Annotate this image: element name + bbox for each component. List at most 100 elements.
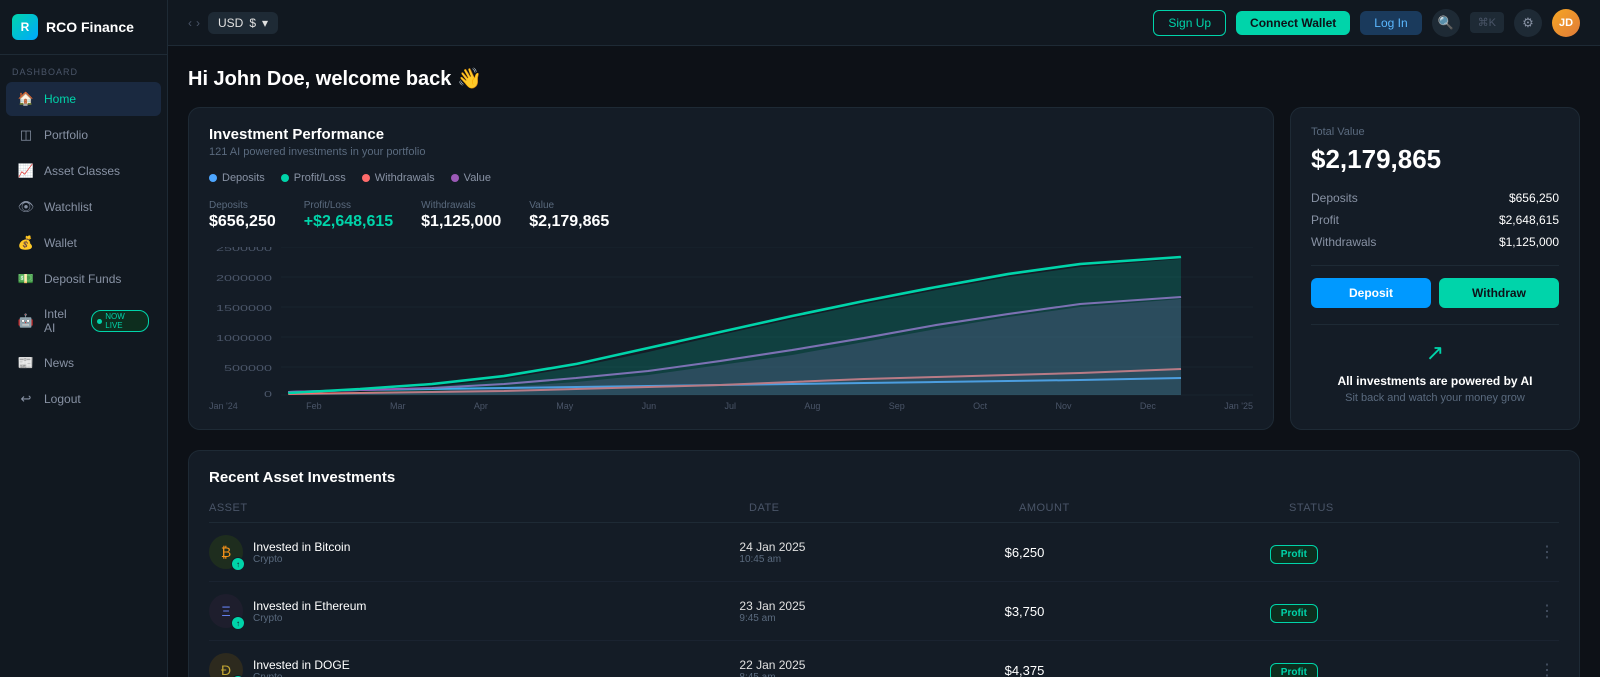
- btc-amount: $6,250: [1005, 545, 1270, 560]
- perf-legend: Deposits Profit/Loss Withdrawals Value: [209, 172, 1253, 184]
- chart-svg: 2500000 2000000 1500000 1000000 500000 0: [209, 247, 1253, 397]
- sidebar: R RCO Finance DASHBOARD 🏠 Home ◫ Portfol…: [0, 0, 168, 677]
- sidebar-item-asset-classes[interactable]: 📈 Asset Classes: [6, 154, 161, 188]
- doge-amount: $4,375: [1005, 663, 1270, 677]
- ai-trend-icon: ↗: [1426, 340, 1444, 366]
- investment-performance-card: Investment Performance 121 AI powered in…: [188, 107, 1274, 430]
- stat-withdrawals: Withdrawals $1,125,000: [421, 200, 501, 231]
- btc-icon-wrap: ₿ ↑: [209, 535, 243, 569]
- btc-date: 24 Jan 2025 10:45 am: [739, 540, 1004, 565]
- logout-icon: ↩: [18, 391, 34, 407]
- stat-deposits: Deposits $656,250: [209, 200, 276, 231]
- topbar-right: Sign Up Connect Wallet Log In 🔍 ⌘K ⚙ JD: [1153, 9, 1580, 37]
- svg-text:500000: 500000: [224, 364, 273, 373]
- value-divider: [1311, 265, 1559, 266]
- sidebar-item-label: News: [44, 356, 74, 370]
- legend-dot-profit: [281, 174, 289, 182]
- page-greeting: Hi John Doe, welcome back 👋: [188, 66, 1580, 91]
- doge-type: Crypto: [253, 672, 350, 677]
- col-asset: Asset: [209, 502, 749, 514]
- legend-withdrawals: Withdrawals: [362, 172, 435, 184]
- value-action-buttons: Deposit Withdraw: [1311, 278, 1559, 308]
- legend-profit: Profit/Loss: [281, 172, 346, 184]
- sidebar-item-label: Watchlist: [44, 200, 92, 214]
- performance-chart: 2500000 2000000 1500000 1000000 500000 0: [209, 247, 1253, 397]
- sidebar-item-home[interactable]: 🏠 Home: [6, 82, 161, 116]
- total-value-title: Total Value: [1311, 126, 1559, 138]
- eth-icon-wrap: Ξ ↑: [209, 594, 243, 628]
- eth-amount: $3,750: [1005, 604, 1270, 619]
- perf-card-subtitle: 121 AI powered investments in your portf…: [209, 146, 1253, 158]
- sidebar-item-label: Asset Classes: [44, 164, 120, 178]
- login-button[interactable]: Log In: [1360, 11, 1421, 35]
- logo-icon: R: [12, 14, 38, 40]
- topbar: ‹ › USD $ ▾ Sign Up Connect Wallet Log I…: [168, 0, 1600, 46]
- eth-type: Crypto: [253, 613, 366, 624]
- sidebar-item-label: Logout: [44, 392, 81, 406]
- stat-profit: Profit/Loss +$2,648,615: [304, 200, 393, 231]
- intel-ai-icon: 🤖: [18, 313, 34, 329]
- topbar-left: ‹ › USD $ ▾: [188, 12, 278, 34]
- btc-badge: ↑: [231, 557, 245, 571]
- svg-text:2000000: 2000000: [216, 274, 273, 283]
- sidebar-item-label: Portfolio: [44, 128, 88, 142]
- stat-value: Value $2,179,865: [529, 200, 609, 231]
- logo-text: RCO Finance: [46, 19, 134, 35]
- deposit-button[interactable]: Deposit: [1311, 278, 1431, 308]
- asset-cell-doge: Ð ↑ Invested in DOGE Crypto: [209, 653, 739, 677]
- currency-selector[interactable]: USD $ ▾: [208, 12, 278, 34]
- sidebar-item-label: Home: [44, 92, 76, 106]
- col-amount: Amount: [1019, 502, 1289, 514]
- sidebar-item-portfolio[interactable]: ◫ Portfolio: [6, 118, 161, 152]
- eth-date: 23 Jan 2025 9:45 am: [739, 599, 1004, 624]
- value-row-deposits: Deposits $656,250: [1311, 191, 1559, 205]
- content-area: Hi John Doe, welcome back 👋 Investment P…: [168, 46, 1600, 677]
- svg-text:0: 0: [264, 390, 273, 397]
- live-dot: [97, 319, 102, 324]
- asset-cell-eth: Ξ ↑ Invested in Ethereum Crypto: [209, 594, 739, 628]
- watchlist-icon: 👁: [18, 199, 34, 215]
- sidebar-item-news[interactable]: 📰 News: [6, 346, 161, 380]
- btc-row-menu[interactable]: ⋮: [1535, 542, 1559, 562]
- asset-cell-btc: ₿ ↑ Invested in Bitcoin Crypto: [209, 535, 739, 569]
- doge-row-menu[interactable]: ⋮: [1535, 660, 1559, 677]
- eth-row-menu[interactable]: ⋮: [1535, 601, 1559, 621]
- avatar[interactable]: JD: [1552, 9, 1580, 37]
- signup-button[interactable]: Sign Up: [1153, 10, 1226, 36]
- chart-x-labels: Jan '24FebMarAprMay JunJulAugSepOct NovD…: [209, 401, 1253, 411]
- value-row-profit: Profit $2,648,615: [1311, 213, 1559, 227]
- btc-type: Crypto: [253, 554, 350, 565]
- withdraw-button[interactable]: Withdraw: [1439, 278, 1559, 308]
- table-row: Ð ↑ Invested in DOGE Crypto 22 Jan 2025 …: [209, 641, 1559, 677]
- main-area: ‹ › USD $ ▾ Sign Up Connect Wallet Log I…: [168, 0, 1600, 677]
- dashboard-top: Investment Performance 121 AI powered in…: [188, 107, 1580, 430]
- doge-status: Profit: [1270, 663, 1535, 677]
- sidebar-item-deposit-funds[interactable]: 💵 Deposit Funds: [6, 262, 161, 296]
- eth-name: Invested in Ethereum: [253, 599, 366, 613]
- col-status: Status: [1289, 502, 1559, 514]
- ai-promo-title: All investments are powered by AI: [1338, 374, 1533, 388]
- search-kbd-badge[interactable]: ⌘K: [1470, 12, 1504, 33]
- total-value-card: Total Value $2,179,865 Deposits $656,250…: [1290, 107, 1580, 430]
- connect-wallet-button[interactable]: Connect Wallet: [1236, 11, 1350, 35]
- home-icon: 🏠: [18, 91, 34, 107]
- table-header: Asset Date Amount Status: [209, 502, 1559, 523]
- sidebar-item-intel-ai[interactable]: 🤖 Intel AI NOW LIVE: [6, 298, 161, 344]
- eth-badge: ↑: [231, 616, 245, 630]
- total-value-amount: $2,179,865: [1311, 144, 1559, 175]
- wallet-icon: 💰: [18, 235, 34, 251]
- settings-icon-button[interactable]: ⚙: [1514, 9, 1542, 37]
- doge-date: 22 Jan 2025 8:45 am: [739, 658, 1004, 677]
- sidebar-item-wallet[interactable]: 💰 Wallet: [6, 226, 161, 260]
- asset-classes-icon: 📈: [18, 163, 34, 179]
- value-row-withdrawals: Withdrawals $1,125,000: [1311, 235, 1559, 249]
- doge-name: Invested in DOGE: [253, 658, 350, 672]
- ai-promo-sub: Sit back and watch your money grow: [1345, 392, 1525, 404]
- sidebar-item-label: Wallet: [44, 236, 77, 250]
- nav-chevrons[interactable]: ‹ ›: [188, 16, 200, 30]
- search-button[interactable]: 🔍: [1432, 9, 1460, 37]
- currency-icon: $: [249, 16, 256, 30]
- sidebar-item-logout[interactable]: ↩ Logout: [6, 382, 161, 416]
- recent-title: Recent Asset Investments: [209, 469, 1559, 486]
- sidebar-item-watchlist[interactable]: 👁 Watchlist: [6, 190, 161, 224]
